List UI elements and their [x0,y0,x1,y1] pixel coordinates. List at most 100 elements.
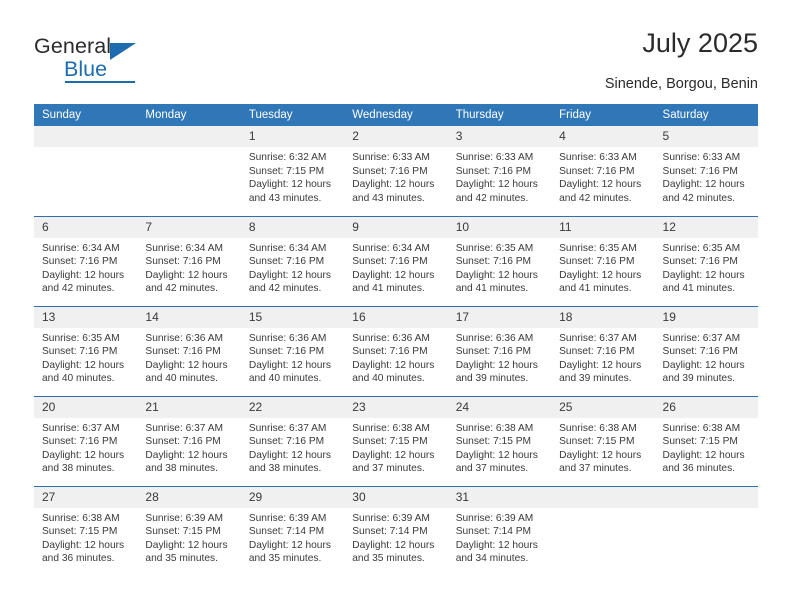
day-daylight-text: and 40 minutes. [248,373,322,385]
day-daylight-text: and 41 minutes. [455,283,529,295]
calendar-day-cell[interactable]: 27 Sunrise: 6:38 AM Sunset: 7:15 PM Dayligh… [34,485,138,576]
day-sunrise-text: Sunrise: 6:35 AM [455,242,534,254]
day-daylight-text: and 34 minutes. [455,553,529,565]
calendar-cell-empty [34,126,138,216]
day-number: 20 [34,396,138,418]
calendar-day-cell[interactable]: 10 Sunrise: 6:35 AM Sunset: 7:16 PM Dayligh… [447,215,552,306]
day-sunset-text: Sunset: 7:14 PM [455,526,532,538]
calendar-day-cell[interactable]: 11 Sunrise: 6:35 AM Sunset: 7:16 PM Dayligh… [551,215,655,306]
calendar-day-cell[interactable]: 26 Sunrise: 6:38 AM Sunset: 7:15 PM Dayligh… [654,395,758,486]
day-daylight-text: and 39 minutes. [559,373,632,385]
calendar-day-cell[interactable]: 29 Sunrise: 6:39 AM Sunset: 7:14 PM Dayligh… [240,485,345,576]
day-daylight-text: Daylight: 12 hours [145,539,228,551]
calendar-day-cell[interactable]: 9 Sunrise: 6:34 AM Sunset: 7:16 PM Daylight… [344,215,448,306]
calendar-day-cell[interactable]: 15 Sunrise: 6:36 AM Sunset: 7:16 PM Dayligh… [240,305,345,396]
day-sunrise-text: Sunrise: 6:36 AM [145,332,224,344]
calendar-day-cell[interactable]: 23 Sunrise: 6:38 AM Sunset: 7:15 PM Dayligh… [344,395,448,486]
calendar-day-cell[interactable]: 12 Sunrise: 6:35 AM Sunset: 7:16 PM Dayligh… [654,215,758,306]
day-sun-info: Sunrise: 6:36 AM Sunset: 7:16 PM Daylight:… [344,328,447,386]
day-sunset-text: Sunset: 7:16 PM [662,256,738,268]
day-sunset-text: Sunset: 7:15 PM [662,436,738,448]
day-sun-info: Sunrise: 6:37 AM Sunset: 7:16 PM Daylight:… [655,328,758,386]
day-sun-info: Sunrise: 6:35 AM Sunset: 7:16 PM Daylight:… [448,238,551,296]
day-number: 21 [137,396,241,418]
calendar-day-cell[interactable]: 24 Sunrise: 6:38 AM Sunset: 7:15 PM Dayligh… [447,395,552,486]
calendar-day-cell[interactable]: 22 Sunrise: 6:37 AM Sunset: 7:16 PM Dayligh… [240,395,345,486]
day-daylight-text: Daylight: 12 hours [352,539,435,551]
logo-underline [65,81,135,83]
logo-text-general: General [34,34,112,58]
day-number [551,486,655,508]
day-number: 27 [34,486,138,508]
day-sunrise-text: Sunrise: 6:37 AM [145,422,224,434]
weekday-header-saturday: Saturday [654,104,758,126]
day-sun-info: Sunrise: 6:39 AM Sunset: 7:14 PM Daylight:… [448,508,551,566]
day-sunrise-text: Sunrise: 6:38 AM [662,422,741,434]
calendar-day-cell[interactable]: 6 Sunrise: 6:34 AM Sunset: 7:16 PM Daylight… [34,215,138,306]
day-number: 17 [447,306,552,328]
day-daylight-text: Daylight: 12 hours [145,359,228,371]
calendar-day-cell[interactable]: 8 Sunrise: 6:34 AM Sunset: 7:16 PM Daylight… [240,215,345,306]
day-sunset-text: Sunset: 7:16 PM [662,165,738,177]
day-sun-info: Sunrise: 6:34 AM Sunset: 7:16 PM Daylight:… [137,238,240,296]
calendar-day-cell[interactable]: 1 Sunrise: 6:32 AM Sunset: 7:15 PM Daylight… [240,126,345,216]
day-sunrise-text: Sunrise: 6:38 AM [352,422,430,434]
calendar-day-cell[interactable]: 14 Sunrise: 6:36 AM Sunset: 7:16 PM Dayligh… [137,305,241,396]
weekday-header-wednesday: Wednesday [344,104,448,126]
calendar-cell-empty [137,126,241,216]
day-number: 4 [551,126,655,147]
calendar-day-cell[interactable]: 21 Sunrise: 6:37 AM Sunset: 7:16 PM Dayligh… [137,395,241,486]
calendar-day-cell[interactable]: 13 Sunrise: 6:35 AM Sunset: 7:16 PM Dayligh… [34,305,138,396]
calendar-day-cell[interactable]: 25 Sunrise: 6:38 AM Sunset: 7:15 PM Dayligh… [551,395,655,486]
calendar-day-cell[interactable]: 17 Sunrise: 6:36 AM Sunset: 7:16 PM Dayligh… [447,305,552,396]
calendar-cell-empty [551,485,655,576]
day-sun-info: Sunrise: 6:38 AM Sunset: 7:15 PM Daylight:… [551,418,654,476]
day-sunset-text: Sunset: 7:16 PM [662,346,738,358]
day-sunrise-text: Sunrise: 6:37 AM [248,422,327,434]
triangle-icon [110,43,136,60]
calendar-day-cell[interactable]: 16 Sunrise: 6:36 AM Sunset: 7:16 PM Dayligh… [344,305,448,396]
day-daylight-text: Daylight: 12 hours [352,449,435,461]
calendar-day-cell[interactable]: 3 Sunrise: 6:33 AM Sunset: 7:16 PM Daylight… [447,126,552,216]
day-daylight-text: Daylight: 12 hours [455,539,538,551]
calendar-day-cell[interactable]: 19 Sunrise: 6:37 AM Sunset: 7:16 PM Dayligh… [654,305,758,396]
day-number: 15 [240,306,345,328]
day-number: 24 [447,396,552,418]
day-daylight-text: and 42 minutes. [559,192,632,204]
day-number: 26 [654,396,758,418]
day-daylight-text: Daylight: 12 hours [559,179,642,191]
calendar-day-cell[interactable]: 4 Sunrise: 6:33 AM Sunset: 7:16 PM Daylight… [551,126,655,216]
day-sun-info: Sunrise: 6:33 AM Sunset: 7:16 PM Daylight:… [655,147,758,205]
calendar-day-cell[interactable]: 31 Sunrise: 6:39 AM Sunset: 7:14 PM Dayligh… [447,485,552,576]
day-daylight-text: and 39 minutes. [455,373,529,385]
day-daylight-text: and 43 minutes. [352,192,425,204]
calendar-day-cell[interactable]: 20 Sunrise: 6:37 AM Sunset: 7:16 PM Dayligh… [34,395,138,486]
day-number [654,486,758,508]
calendar-day-cell[interactable]: 30 Sunrise: 6:39 AM Sunset: 7:14 PM Dayligh… [344,485,448,576]
day-sun-info: Sunrise: 6:37 AM Sunset: 7:16 PM Daylight:… [551,328,654,386]
day-sunrise-text: Sunrise: 6:37 AM [559,332,637,344]
day-sunrise-text: Sunrise: 6:37 AM [42,422,120,434]
calendar-day-cell[interactable]: 28 Sunrise: 6:39 AM Sunset: 7:15 PM Dayligh… [137,485,241,576]
day-number: 3 [447,126,552,147]
day-sunrise-text: Sunrise: 6:36 AM [352,332,430,344]
day-sunset-text: Sunset: 7:14 PM [248,526,325,538]
calendar-day-cell[interactable]: 5 Sunrise: 6:33 AM Sunset: 7:16 PM Daylight… [654,126,758,216]
calendar-week-row: 1 Sunrise: 6:32 AM Sunset: 7:15 PM Daylight… [34,126,758,216]
generalblue-logo[interactable]: General Blue [34,34,244,92]
calendar-day-cell[interactable]: 2 Sunrise: 6:33 AM Sunset: 7:16 PM Daylight… [344,126,448,216]
day-number: 6 [34,216,138,238]
calendar-week-row: 13 Sunrise: 6:35 AM Sunset: 7:16 PM Dayligh… [34,305,758,396]
day-daylight-text: and 41 minutes. [662,283,736,295]
day-daylight-text: Daylight: 12 hours [248,179,331,191]
day-sunset-text: Sunset: 7:16 PM [352,165,428,177]
day-daylight-text: and 35 minutes. [248,553,322,565]
day-sun-info: Sunrise: 6:36 AM Sunset: 7:16 PM Daylight:… [241,328,344,386]
calendar-day-cell[interactable]: 18 Sunrise: 6:37 AM Sunset: 7:16 PM Dayligh… [551,305,655,396]
calendar-day-cell[interactable]: 7 Sunrise: 6:34 AM Sunset: 7:16 PM Daylight… [137,215,241,306]
day-daylight-text: and 41 minutes. [352,283,425,295]
day-daylight-text: and 37 minutes. [559,463,632,475]
day-sunrise-text: Sunrise: 6:34 AM [145,242,224,254]
day-daylight-text: Daylight: 12 hours [248,449,331,461]
day-sunset-text: Sunset: 7:16 PM [559,165,635,177]
